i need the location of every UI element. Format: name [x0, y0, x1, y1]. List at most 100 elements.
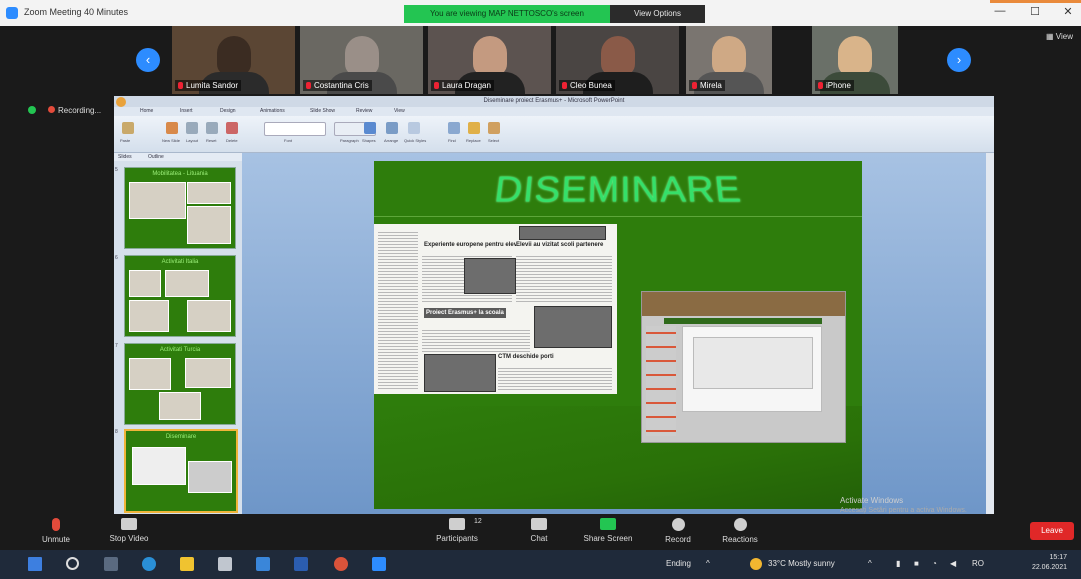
activate-windows-watermark: Activate Windows Accesați Setări pentru … — [840, 496, 967, 514]
mail-icon[interactable] — [256, 557, 270, 571]
slides-panel: 5 Mobilitatea - Lituania 6 Activitati It… — [114, 161, 242, 514]
office-button-icon[interactable] — [116, 97, 126, 107]
chevron-up-icon[interactable]: ^ — [706, 559, 710, 568]
ribbon-tab[interactable]: Slide Show — [310, 108, 335, 114]
gallery-prev-button[interactable]: ‹ — [136, 48, 160, 72]
outline-tab[interactable]: Outline — [148, 154, 164, 160]
window-titlebar: Zoom Meeting 40 Minutes You are viewing … — [0, 0, 1081, 26]
word-icon[interactable] — [294, 557, 308, 571]
file-explorer-icon[interactable] — [180, 557, 194, 571]
meeting-controls: Activate Windows Accesați Setări pentru … — [0, 496, 1081, 550]
participant-name: Mirela — [689, 80, 725, 91]
chrome-icon[interactable] — [334, 557, 348, 571]
newspaper-clipping-image: Experiente europene pentru elevi Proiect… — [374, 224, 617, 394]
search-icon[interactable] — [66, 557, 79, 570]
clock[interactable]: 15:17 22.06.2021 — [1032, 553, 1067, 573]
ribbon-tab[interactable]: Home — [140, 108, 153, 114]
participant-tile[interactable]: Mirela — [686, 26, 772, 94]
edge-browser-icon[interactable] — [142, 557, 156, 571]
news-headline: Experiente europene pentru elevi — [424, 242, 519, 248]
slides-tab[interactable]: Slides — [118, 154, 132, 160]
participants-count: 12 — [474, 518, 482, 525]
participant-tile[interactable]: iPhone — [812, 26, 898, 94]
share-screen-button[interactable]: Share Screen — [580, 518, 636, 543]
news-headline: Proiect Erasmus+ la scoala — [424, 308, 506, 318]
slide-thumbnail[interactable]: Mobilitatea - Lituania — [124, 167, 236, 249]
volume-icon[interactable]: ◀ — [950, 559, 956, 568]
share-screen-icon — [600, 518, 616, 530]
security-shield-icon — [28, 106, 36, 114]
arrange-icon[interactable] — [386, 122, 398, 134]
tray-up-icon[interactable]: ^ — [868, 559, 872, 568]
unmute-button[interactable]: Unmute — [36, 518, 76, 544]
delete-icon[interactable] — [226, 122, 238, 134]
participant-tile[interactable]: Lumita Sandor — [172, 26, 295, 94]
slide-number: 8 — [115, 429, 118, 435]
font-selector[interactable] — [264, 122, 326, 136]
window-accent-strip — [990, 0, 1081, 3]
participant-tile[interactable]: Laura Dragan — [428, 26, 551, 94]
weather-label[interactable]: 33°C Mostly sunny — [768, 559, 835, 568]
windows-start-icon[interactable] — [28, 557, 42, 571]
select-icon[interactable] — [488, 122, 500, 134]
shapes-icon[interactable] — [364, 122, 376, 134]
ribbon-tab[interactable]: Animations — [260, 108, 285, 114]
minimize-button[interactable]: — — [990, 5, 1010, 17]
ribbon-tab[interactable]: Insert — [180, 108, 193, 114]
paste-icon[interactable] — [122, 122, 134, 134]
participant-name: Costantina Cris — [303, 80, 372, 91]
layout-icon[interactable] — [186, 122, 198, 134]
view-options-button[interactable]: View Options — [610, 5, 705, 23]
muted-mic-icon — [178, 82, 183, 89]
quick-styles-icon[interactable] — [408, 122, 420, 134]
camera-tray-icon[interactable]: ■ — [914, 559, 919, 568]
reactions-button[interactable]: Reactions — [716, 518, 764, 544]
slide-thumbnail[interactable]: Activitati Turcia — [124, 343, 236, 425]
participant-tile[interactable]: Costantina Cris — [300, 26, 423, 94]
close-button[interactable]: ✕ — [1058, 5, 1078, 18]
new-slide-icon[interactable] — [166, 122, 178, 134]
ribbon-tab[interactable]: Review — [356, 108, 372, 114]
replace-icon[interactable] — [468, 122, 480, 134]
slide-title: DISEMINARE — [492, 170, 744, 211]
ending-label: Ending — [666, 559, 691, 568]
participant-name: Cleo Bunea — [559, 80, 615, 91]
leave-button[interactable]: Leave — [1030, 522, 1074, 540]
ribbon-tab[interactable]: View — [394, 108, 405, 114]
network-icon[interactable]: ◔ — [932, 559, 937, 568]
powerpoint-titlebar: Diseminare proiect Erasmus+ - Microsoft … — [114, 96, 994, 107]
ribbon-tab[interactable]: Design — [220, 108, 236, 114]
find-icon[interactable] — [448, 122, 460, 134]
participant-gallery: ‹ Lumita Sandor Costantina Cris Laura Dr… — [18, 26, 1081, 94]
reset-icon[interactable] — [206, 122, 218, 134]
mic-tray-icon[interactable]: ▮ — [896, 559, 900, 568]
language-indicator[interactable]: RO — [972, 559, 984, 568]
zoom-app-icon — [6, 7, 18, 19]
gallery-view-button[interactable]: ▦ View — [1046, 32, 1073, 41]
slide-thumbnail-selected[interactable]: Diseminare — [124, 429, 238, 513]
slide-thumbnail[interactable]: Activitati Italia — [124, 255, 236, 337]
participant-name: Laura Dragan — [431, 80, 494, 91]
store-icon[interactable] — [218, 557, 232, 571]
slide-workspace: DISEMINARE Experiente europene pentru el… — [242, 153, 994, 514]
vertical-scrollbar[interactable] — [986, 153, 994, 514]
chat-button[interactable]: Chat — [524, 518, 554, 543]
video-button[interactable]: Stop Video — [104, 518, 154, 543]
record-button[interactable]: Record — [660, 518, 696, 544]
participants-icon — [449, 518, 465, 530]
zoom-taskbar-icon[interactable] — [372, 557, 386, 571]
participant-name: iPhone — [815, 80, 854, 91]
muted-mic-icon — [692, 82, 697, 89]
slide-number: 7 — [115, 343, 118, 349]
news-headline: CTM deschide porti — [498, 354, 554, 360]
mic-muted-icon — [52, 518, 60, 531]
maximize-button[interactable]: ☐ — [1025, 5, 1045, 18]
task-view-icon[interactable] — [104, 557, 118, 571]
participant-tile[interactable]: Cleo Bunea — [556, 26, 679, 94]
weather-icon — [750, 558, 762, 570]
ribbon: Paste New Slide Layout Reset Delete Font… — [114, 116, 994, 153]
current-slide[interactable]: DISEMINARE Experiente europene pentru el… — [374, 161, 862, 509]
gallery-next-button[interactable]: › — [947, 48, 971, 72]
window-title: Zoom Meeting 40 Minutes — [24, 7, 129, 17]
slide-number: 6 — [115, 255, 118, 261]
